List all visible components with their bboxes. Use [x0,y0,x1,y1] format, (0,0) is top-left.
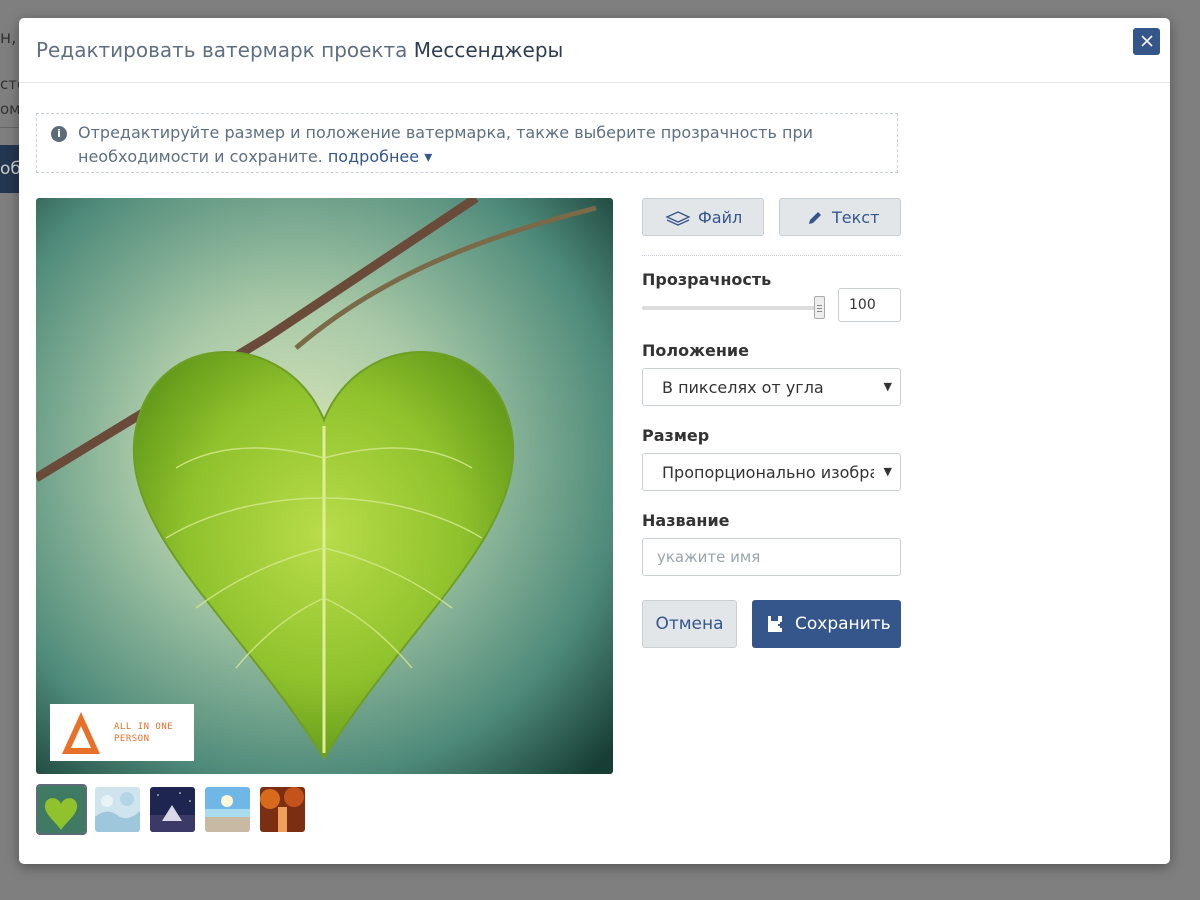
watermark-text: ALL IN ONE PERSON [114,721,173,745]
watermark-line1: ALL IN ONE [114,722,174,732]
watermark-logo [62,712,100,754]
name-input[interactable] [642,538,901,576]
leaf-heart-image [36,198,613,774]
thumbnail-image [205,787,250,832]
close-icon [1140,35,1153,47]
edit-watermark-modal: Редактировать ватермарк проекта Мессендж… [19,18,1170,864]
size-label: Размер [642,426,710,445]
pencil-icon [809,212,821,224]
background-divider [0,127,20,128]
chevron-down-icon: ▼ [883,465,892,478]
background-text: н, [0,28,17,48]
thumbnail-sea-pier[interactable] [205,787,250,832]
close-button[interactable] [1133,28,1160,55]
thumbnail-image [38,786,85,833]
background-button: об [0,145,20,193]
background-text: ом [0,100,21,118]
thumbnail-autumn-forest[interactable] [260,787,305,832]
layers-icon [665,211,691,226]
thumbnail-snow[interactable] [95,787,140,832]
save-button-label: Сохранить [795,614,891,634]
name-label: Название [642,511,730,530]
text-button-label: Текст [832,208,880,227]
info-icon: i [51,126,67,142]
modal-title: Редактировать ватермарк проекта Мессендж… [36,38,563,62]
watermark-line2: PERSON [114,734,150,744]
size-select[interactable]: Пропорционально изображению ▼ [642,453,901,491]
opacity-label: Прозрачность [642,270,772,289]
file-button-label: Файл [698,208,743,227]
save-icon [768,616,784,632]
chevron-down-icon: ▼ [883,380,892,393]
project-name: Мессенджеры [413,38,564,62]
size-select-value: Пропорционально изображению [662,463,874,482]
position-select-value: В пикселях от угла [662,378,824,397]
file-button[interactable]: Файл [642,198,764,236]
more-details-link[interactable]: подробнее ▾ [328,147,432,166]
info-box: i Отредактируйте размер и положение вате… [36,113,898,173]
info-text: Отредактируйте размер и положение ватерм… [78,121,878,169]
thumbnail-mountain-night[interactable] [150,787,195,832]
modal-header: Редактировать ватермарк проекта Мессендж… [19,18,1170,83]
opacity-slider-track[interactable] [642,306,822,310]
position-select[interactable]: В пикселях от угла ▼ [642,368,901,406]
opacity-slider-handle[interactable] [814,296,825,319]
modal-title-prefix: Редактировать ватермарк проекта [36,38,408,62]
divider [642,255,901,256]
save-button[interactable]: Сохранить [752,600,901,648]
preview-image: ALL IN ONE PERSON [36,198,613,774]
thumbnail-leaf-heart[interactable] [36,784,87,835]
thumbnail-image [95,787,140,832]
thumbnail-image [150,787,195,832]
watermark-overlay[interactable]: ALL IN ONE PERSON [50,704,194,761]
opacity-input[interactable] [838,288,901,322]
text-button[interactable]: Текст [779,198,901,236]
info-message: Отредактируйте размер и положение ватерм… [78,123,814,166]
position-label: Положение [642,341,749,360]
thumbnail-image [260,787,305,832]
cancel-button[interactable]: Отмена [642,600,737,648]
